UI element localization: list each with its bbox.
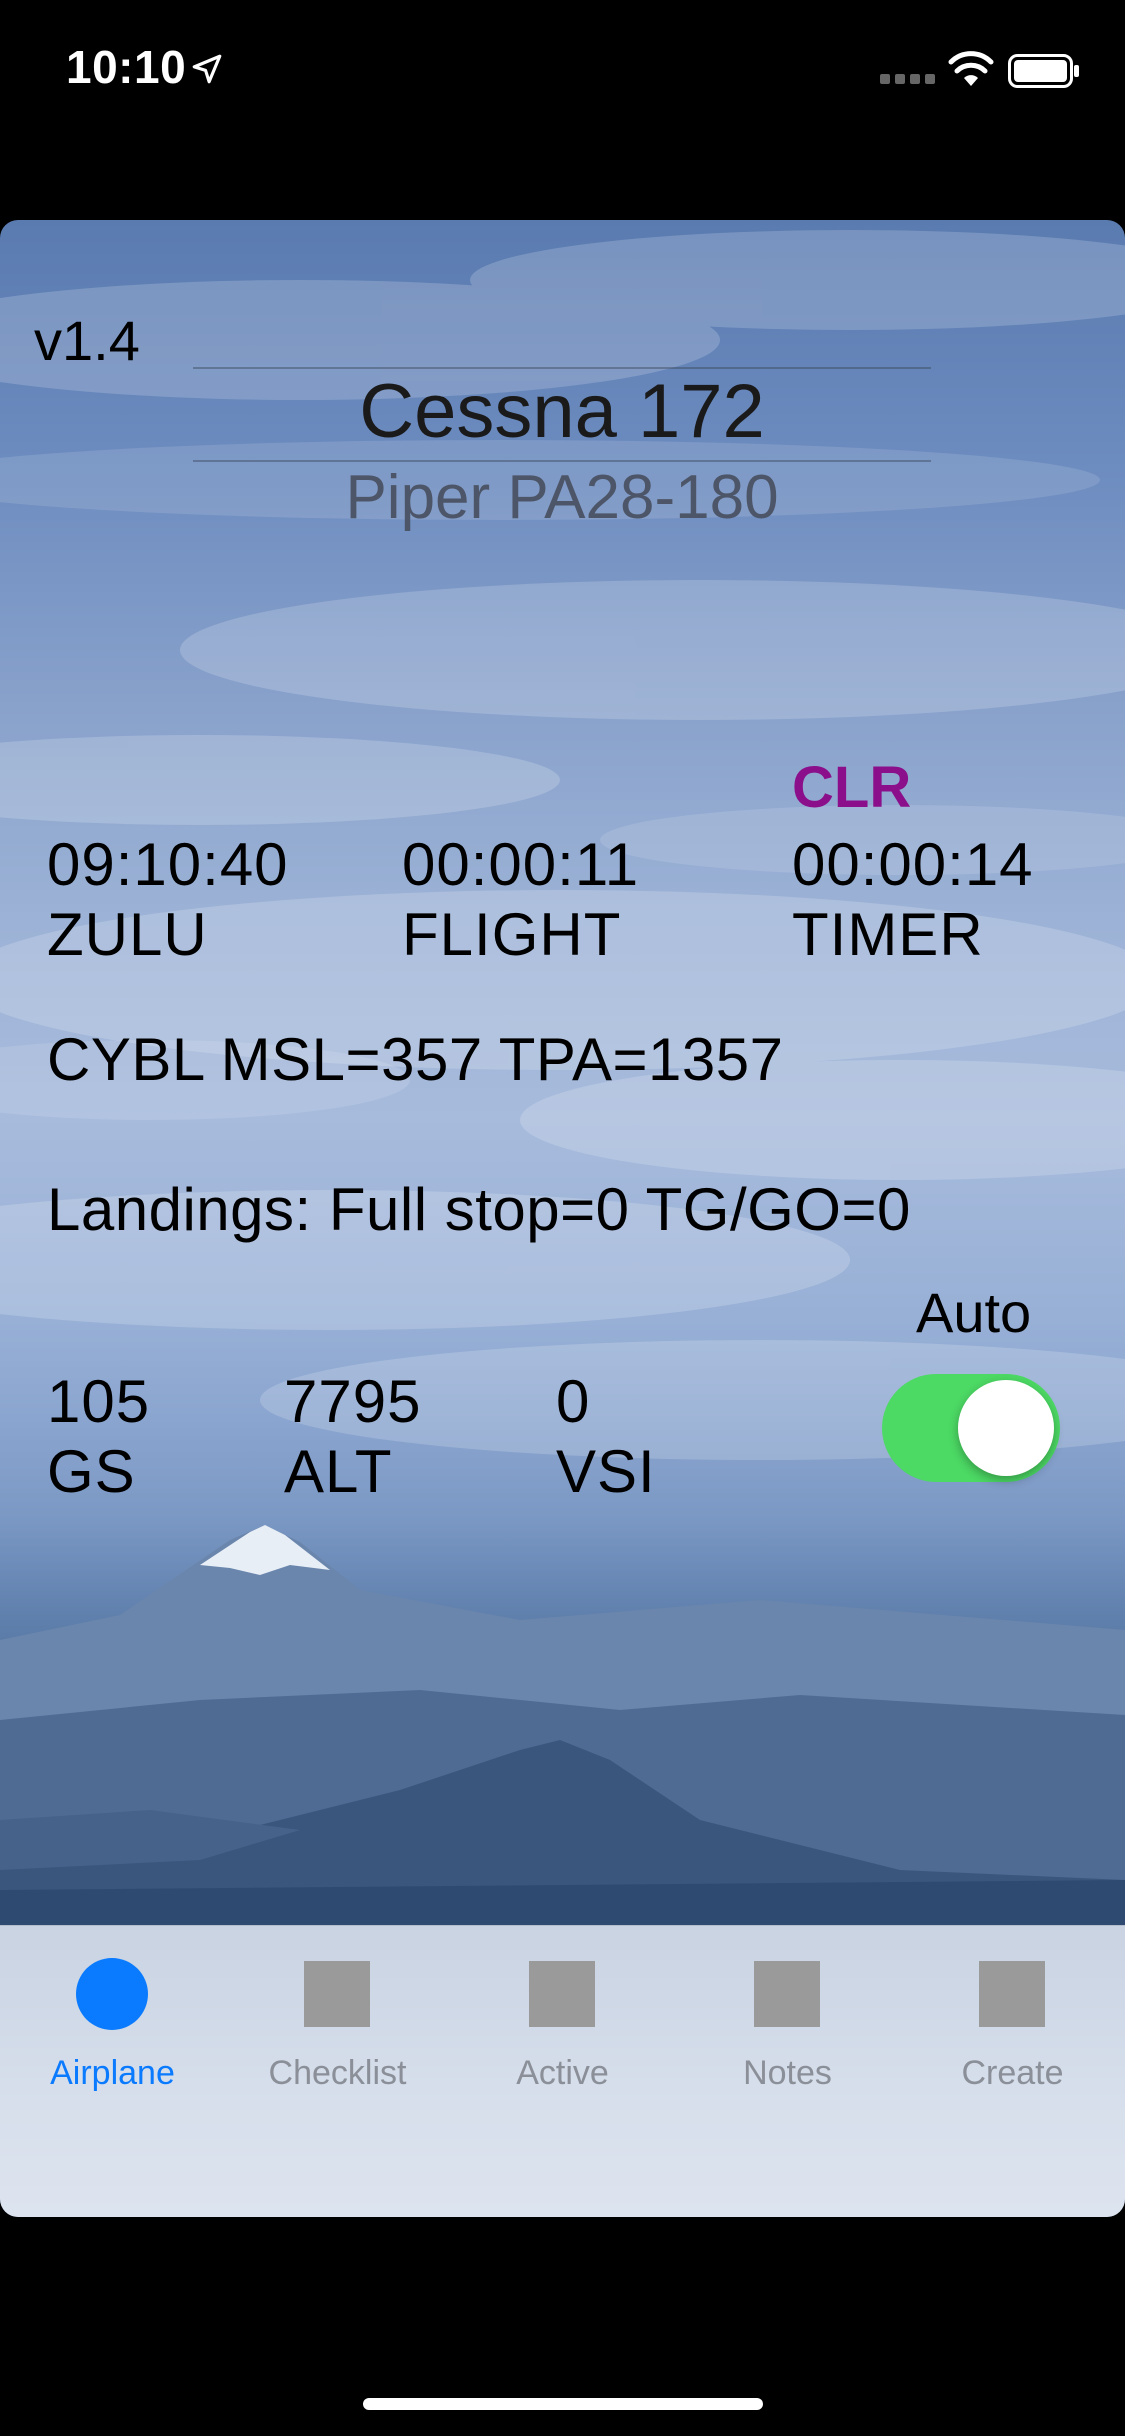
auto-toggle[interactable]: [882, 1374, 1060, 1482]
ground-speed-label: GS: [47, 1438, 136, 1505]
home-indicator[interactable]: [363, 2398, 763, 2410]
phone-screen: 10:10 v1.4 Cessna 172 Piper PA28-180 CLR…: [0, 0, 1125, 2436]
tab-create[interactable]: Create: [900, 1926, 1125, 2126]
altitude-label: ALT: [284, 1438, 393, 1505]
tab-label: Notes: [743, 2054, 832, 2092]
timer-label: TIMER: [792, 901, 984, 968]
aircraft-picker-selected[interactable]: Cessna 172: [193, 368, 931, 455]
active-tab-icon: [529, 1961, 595, 2027]
ground-speed-value: 105: [47, 1368, 151, 1435]
airport-info: CYBL MSL=357 TPA=1357: [47, 1026, 784, 1093]
landings-count: Landings: Full stop=0 TG/GO=0: [47, 1176, 911, 1243]
flight-label: FLIGHT: [402, 901, 622, 968]
notes-tab-icon: [754, 1961, 820, 2027]
airplane-tab-icon: [76, 1958, 148, 2030]
timer-value[interactable]: 00:00:14: [792, 830, 1034, 899]
tab-label: Create: [961, 2054, 1064, 2092]
auto-toggle-label: Auto: [916, 1281, 1032, 1344]
tab-bar: Airplane Checklist Active Notes Create: [0, 1925, 1125, 2217]
tab-active[interactable]: Active: [450, 1926, 675, 2126]
version-label: v1.4: [34, 309, 140, 372]
vsi-label: VSI: [556, 1438, 656, 1505]
tab-label: Checklist: [268, 2054, 407, 2092]
aircraft-picker-option[interactable]: Piper PA28-180: [193, 462, 931, 533]
cellular-signal-icon: [880, 74, 935, 84]
zulu-time-value: 09:10:40: [47, 831, 289, 898]
vsi-value: 0: [556, 1368, 591, 1435]
mountain-landscape: [0, 1525, 1125, 1925]
airplane-screen: v1.4 Cessna 172 Piper PA28-180 CLR 09:10…: [0, 220, 1125, 2217]
checklist-tab-icon: [304, 1961, 370, 2027]
tab-airplane[interactable]: Airplane: [0, 1926, 225, 2126]
location-arrow-icon: [192, 54, 222, 84]
clear-timer-button[interactable]: CLR: [792, 754, 911, 821]
flight-time-value: 00:00:11: [402, 831, 640, 898]
altitude-value: 7795: [284, 1368, 422, 1435]
create-tab-icon: [979, 1961, 1045, 2027]
status-bar: 10:10: [0, 0, 1125, 140]
tab-notes[interactable]: Notes: [675, 1926, 900, 2126]
status-time: 10:10: [66, 41, 187, 93]
tab-label: Airplane: [50, 2054, 175, 2092]
tab-checklist[interactable]: Checklist: [225, 1926, 450, 2126]
wifi-icon: [948, 51, 994, 86]
battery-icon: [1008, 54, 1079, 88]
zulu-label: ZULU: [47, 901, 208, 968]
tab-label: Active: [516, 2054, 609, 2092]
toggle-knob: [958, 1380, 1054, 1476]
